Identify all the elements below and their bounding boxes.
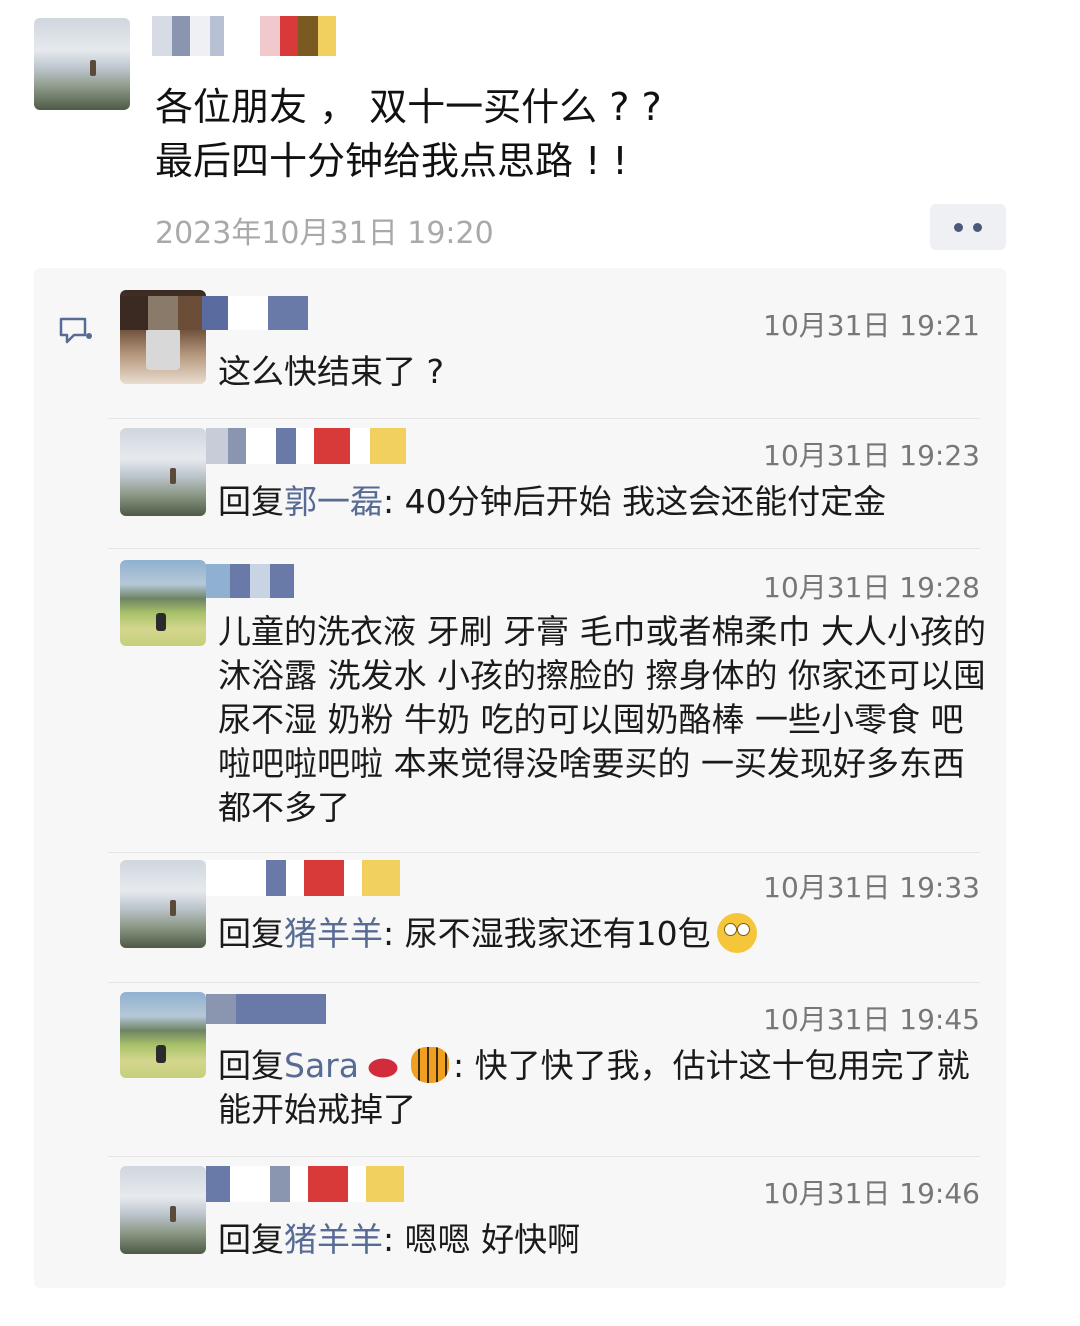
commenter-name-blurred[interactable] [206,994,326,1024]
comment-item[interactable]: 10月31日 19:33 回复猪羊羊: 尿不湿我家还有10包 [120,860,990,970]
comment-timestamp: 10月31日 19:28 [763,571,980,604]
reply-to-name-link[interactable]: 猪羊羊 [284,914,383,953]
divider [108,982,980,983]
commenter-avatar[interactable] [120,560,206,646]
comment-timestamp: 10月31日 19:46 [763,1177,980,1210]
reply-to-name-link[interactable]: 郭一磊 [284,482,383,521]
more-button[interactable] [930,204,1006,250]
divider [108,852,980,853]
commenter-avatar[interactable] [120,1166,206,1254]
post-text: 各位朋友 ， 双十一买什么 ? ? 最后四十分钟给我点思路 ! ! [155,85,662,183]
comment-item[interactable]: 10月31日 19:28 儿童的洗衣液 牙刷 牙膏 毛巾或者棉柔巾 大人小孩的沐… [120,560,990,840]
comment-item[interactable]: 10月31日 19:46 回复猪羊羊: 嗯嗯 好快啊 [120,1166,990,1276]
reply-to-name-link[interactable]: Sara [284,1046,453,1085]
comment-text: 回复郭一磊: 40分钟后开始 我这会还能付定金 [218,482,887,521]
comment-text: 回复猪羊羊: 嗯嗯 好快啊 [218,1220,581,1259]
lips-emoji-icon [362,1055,403,1081]
divider [108,418,980,419]
commenter-name-blurred[interactable] [206,860,400,896]
divider [108,548,980,549]
commenter-avatar[interactable] [120,428,206,516]
comment-text: 回复猪羊羊: 尿不湿我家还有10包 [218,912,993,956]
post-author-avatar[interactable] [34,18,130,110]
comment-text: 儿童的洗衣液 牙刷 牙膏 毛巾或者棉柔巾 大人小孩的沐浴露 洗发水 小孩的擦脸的… [218,612,986,827]
commenter-name-blurred[interactable] [206,428,406,464]
divider [108,1156,980,1157]
commenter-name-blurred[interactable] [206,1166,404,1202]
comment-text: 回复Sara: 快了快了我，估计这十包用完了就能开始戒掉了 [218,1046,970,1129]
comment-item[interactable]: 10月31日 19:23 回复郭一磊: 40分钟后开始 我这会还能付定金 [120,428,990,538]
comment-timestamp: 10月31日 19:45 [763,1003,980,1036]
comment-item[interactable]: 10月31日 19:21 这么快结束了 ? [120,290,990,400]
comment-text: 这么快结束了 ? [218,352,445,391]
comment-timestamp: 10月31日 19:23 [763,439,980,472]
commenter-avatar[interactable] [120,860,206,948]
more-dots-icon [954,222,963,232]
comment-timestamp: 10月31日 19:33 [763,871,980,904]
comment-bubble-icon [59,317,92,344]
commenter-avatar[interactable] [120,992,206,1078]
reply-to-name-link[interactable]: 猪羊羊 [284,1220,383,1259]
comment-item[interactable]: 10月31日 19:45 回复Sara: 快了快了我，估计这十包用完了就能开始戒… [120,992,990,1142]
post-timestamp: 2023年10月31日 19:20 [155,216,494,251]
tiger-emoji-icon [410,1047,449,1083]
comment-timestamp: 10月31日 19:21 [763,309,980,342]
eye-roll-emoji-icon [716,913,757,953]
post-author-name-blurred[interactable] [152,16,336,56]
commenter-name-blurred[interactable] [206,564,294,598]
commenter-name-blurred[interactable] [120,296,308,330]
